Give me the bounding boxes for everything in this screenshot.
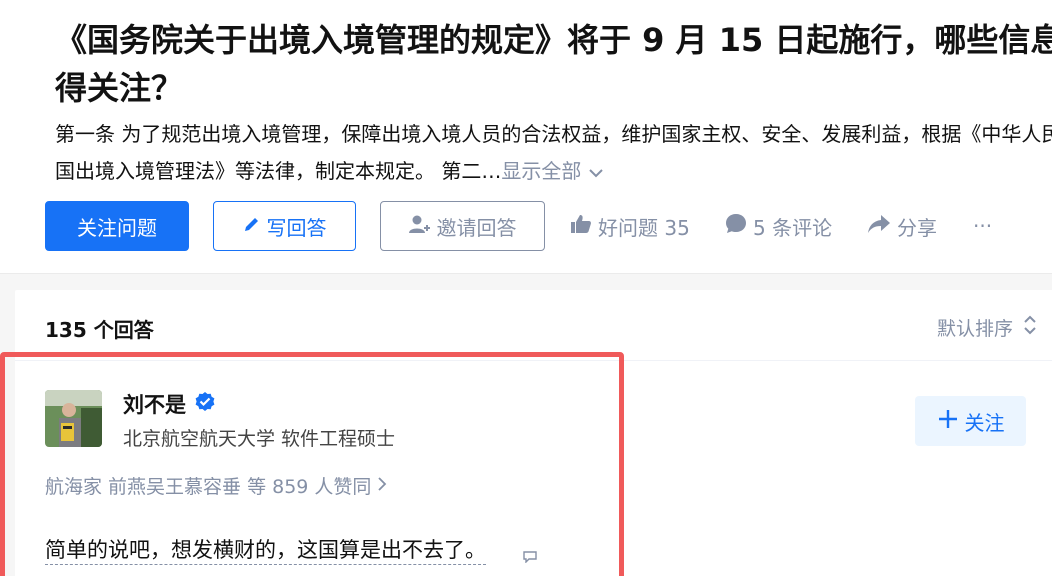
comments-button[interactable]: 5 条评论 (725, 201, 832, 251)
add-user-icon (408, 214, 431, 239)
chevron-down-icon[interactable] (587, 154, 605, 191)
show-all-link[interactable]: 显示全部 (501, 159, 581, 183)
author-name-text: 刘不是 (123, 393, 186, 417)
pencil-icon (243, 214, 261, 238)
avatar[interactable] (45, 390, 102, 447)
write-answer-label: 写回答 (266, 215, 327, 240)
question-description[interactable]: 第一条 为了规范出境入境管理，保障出境入境人员的合法权益，维护国家主权、安全、发… (55, 116, 1052, 191)
write-answer-button[interactable]: 写回答 (213, 201, 356, 251)
invite-answer-button[interactable]: 邀请回答 (380, 201, 545, 251)
author-name[interactable]: 刘不是 (123, 389, 216, 419)
verified-badge-icon (194, 391, 216, 418)
chevron-right-icon (377, 475, 387, 497)
thumbs-up-icon (570, 213, 592, 240)
sort-label: 默认排序 (936, 318, 1013, 340)
inline-comment-icon[interactable] (523, 548, 537, 567)
plus-icon (937, 408, 959, 435)
answer-content[interactable]: 简单的说吧，想发横财的，这国算是出不去了。 (45, 536, 486, 565)
follow-question-button[interactable]: 关注问题 (45, 201, 189, 251)
invite-answer-label: 邀请回答 (436, 215, 517, 240)
good-question-label: 好问题 35 (598, 215, 690, 240)
share-icon (867, 214, 891, 239)
comments-label: 5 条评论 (753, 215, 833, 240)
card-divider (15, 360, 1052, 361)
author-bio: 北京航空航天大学 软件工程硕士 (123, 428, 396, 450)
more-icon: ··· (973, 214, 993, 238)
follow-question-label: 关注问题 (77, 215, 157, 240)
voters-link[interactable]: 航海家 前燕吴王慕容垂 等 859 人赞同 (45, 472, 387, 499)
share-label: 分享 (897, 215, 937, 240)
follow-user-button[interactable]: 关注 (915, 396, 1026, 446)
question-title[interactable]: 《国务院关于出境入境管理的规定》将于 9 月 15 日起施行，哪些信息值得关注？ (55, 16, 1052, 112)
sort-dropdown[interactable]: 默认排序 (937, 314, 1037, 341)
voters-text: 航海家 前燕吴王慕容垂 等 859 人赞同 (45, 476, 372, 498)
follow-user-label: 关注 (964, 410, 1005, 435)
answers-count: 135 个回答 (45, 318, 154, 342)
share-button[interactable]: 分享 (867, 201, 937, 251)
sort-updown-icon (1023, 315, 1037, 340)
good-question-button[interactable]: 好问题 35 (570, 201, 690, 251)
question-actions: 关注问题 写回答 邀请回答 好问题 35 5 条评论 分享 ··· (45, 201, 1045, 251)
comment-icon (725, 213, 747, 240)
question-header: 《国务院关于出境入境管理的规定》将于 9 月 15 日起施行，哪些信息值得关注？… (0, 0, 1052, 274)
more-button[interactable]: ··· (973, 201, 992, 251)
